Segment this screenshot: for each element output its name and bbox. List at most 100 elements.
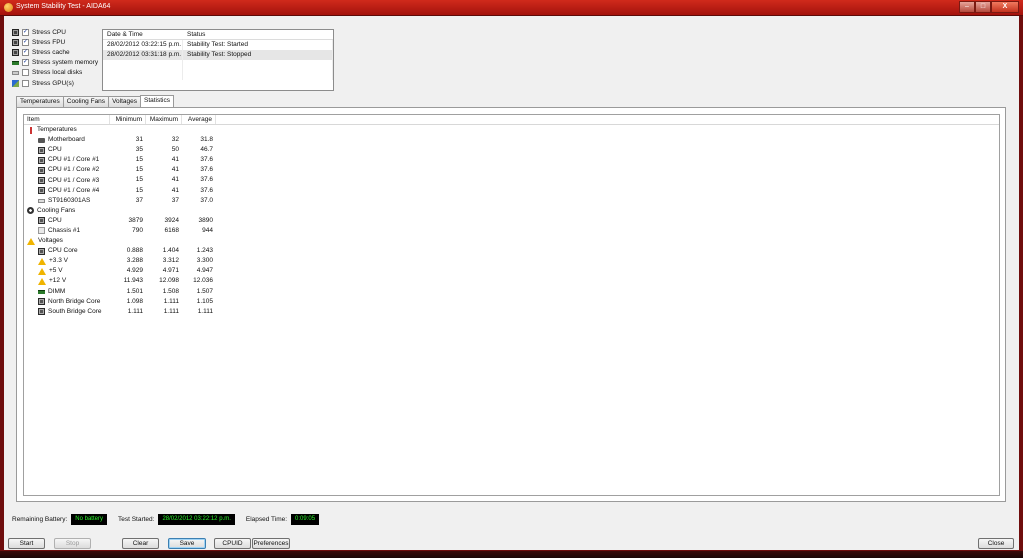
stress-cpu-checkbox[interactable]: ✓ <box>22 28 29 36</box>
statistics-rows: Temperatures Motherboard 31 32 31.8 CPU 35 50 46… <box>24 125 999 317</box>
minimize-button[interactable]: – <box>959 1 975 13</box>
statistics-table[interactable]: Item Minimum Maximum Average Temperature… <box>23 114 1000 496</box>
chip-icon <box>38 298 45 306</box>
row-maximum: 41 <box>171 186 179 194</box>
group-row[interactable]: Cooling Fans <box>24 206 999 216</box>
elapsed-time-label: Elapsed Time: <box>245 515 288 523</box>
tab-strip: Temperatures Cooling Fans Voltages Stati… <box>16 95 175 107</box>
disk-icon <box>38 198 45 203</box>
row-minimum: 3879 <box>128 216 143 224</box>
stress-fpu-option[interactable]: ✓ Stress FPU <box>12 37 107 47</box>
row-average: 46.7 <box>200 146 213 154</box>
table-row[interactable]: North Bridge Core 1.098 1.111 1.105 <box>24 297 999 307</box>
table-row[interactable]: CPU Core 0.888 1.404 1.243 <box>24 246 999 256</box>
elapsed-time-value: 0:09:05 <box>291 513 320 525</box>
table-row[interactable]: DIMM 1.501 1.508 1.507 <box>24 287 999 297</box>
stop-button[interactable]: Stop <box>54 538 91 549</box>
row-item: +5 V <box>24 266 110 276</box>
row-item: Motherboard <box>24 135 110 145</box>
row-item: Temperatures <box>24 125 110 135</box>
table-row[interactable]: Chassis #1 790 6168 944 <box>24 226 999 236</box>
clear-button[interactable]: Clear <box>122 538 159 549</box>
table-row[interactable]: +12 V 11.943 12.098 12.036 <box>24 276 999 286</box>
row-item: ST9160301AS <box>24 196 110 206</box>
gpu-icon <box>12 79 19 87</box>
group-row[interactable]: Voltages <box>24 236 999 246</box>
row-maximum: 37 <box>171 196 179 204</box>
statistics-header: Item Minimum Maximum Average <box>24 115 999 125</box>
maximize-button[interactable]: □ <box>975 1 991 13</box>
tab-temperatures[interactable]: Temperatures <box>16 96 64 107</box>
stress-disks-option[interactable]: Stress local disks <box>12 68 107 78</box>
event-log[interactable]: Date & Time Status 28/02/2012 03:22:15 p… <box>102 29 334 91</box>
table-row[interactable]: CPU #1 / Core #4 15 41 37.6 <box>24 186 999 196</box>
start-button[interactable]: Start <box>8 538 45 549</box>
header-average[interactable]: Average <box>182 115 216 124</box>
table-row[interactable]: +3.3 V 3.288 3.312 3.300 <box>24 256 999 266</box>
test-started-label: Test Started: <box>117 515 155 523</box>
table-row[interactable]: +5 V 4.929 4.971 4.947 <box>24 266 999 276</box>
stress-cache-option[interactable]: ✓ Stress cache <box>12 47 107 57</box>
row-minimum: 11.943 <box>123 277 143 285</box>
row-minimum: 3.288 <box>126 257 143 265</box>
log-status: Stability Test: Started <box>183 40 333 50</box>
chassis-icon <box>38 227 45 235</box>
tab-statistics[interactable]: Statistics <box>140 95 175 107</box>
row-item: Cooling Fans <box>24 206 110 216</box>
stress-gpu-checkbox[interactable] <box>22 79 29 87</box>
stress-cache-checkbox[interactable]: ✓ <box>22 48 29 56</box>
row-minimum: 15 <box>135 186 143 194</box>
log-row[interactable]: 28/02/2012 03:22:15 p.m. Stability Test:… <box>103 40 333 50</box>
save-button[interactable]: Save <box>168 538 206 549</box>
stress-memory-option[interactable]: ✓ Stress system memory <box>12 58 107 68</box>
tab-voltages[interactable]: Voltages <box>108 96 141 107</box>
cpuid-button[interactable]: CPUID <box>214 538 251 549</box>
stress-memory-checkbox[interactable]: ✓ <box>22 59 29 67</box>
row-average: 37.6 <box>200 166 213 174</box>
row-minimum: 0.888 <box>126 247 143 255</box>
row-minimum: 15 <box>135 156 143 164</box>
row-item: CPU #1 / Core #2 <box>24 165 110 175</box>
row-item: Voltages <box>24 236 110 246</box>
close-button[interactable]: Close <box>978 538 1014 549</box>
window-title: System Stability Test - AIDA64 <box>16 3 111 10</box>
row-label: South Bridge Core <box>48 307 102 315</box>
log-header-status[interactable]: Status <box>183 30 333 39</box>
row-minimum <box>110 125 146 135</box>
stress-cpu-option[interactable]: ✓ Stress CPU <box>12 27 107 37</box>
table-row[interactable]: Motherboard 31 32 31.8 <box>24 135 999 145</box>
warning-icon <box>38 267 46 275</box>
row-average: 1.507 <box>196 287 213 295</box>
row-maximum <box>146 236 182 246</box>
header-item[interactable]: Item <box>24 115 110 124</box>
row-item: CPU <box>24 216 110 226</box>
table-row[interactable]: CPU 35 50 46.7 <box>24 145 999 155</box>
table-row[interactable]: CPU #1 / Core #1 15 41 37.6 <box>24 155 999 165</box>
table-row[interactable]: ST9160301AS 37 37 37.0 <box>24 196 999 206</box>
table-row[interactable]: CPU #1 / Core #2 15 41 37.6 <box>24 165 999 175</box>
stress-cpu-label: Stress CPU <box>32 28 66 36</box>
table-row[interactable]: CPU #1 / Core #3 15 41 37.6 <box>24 175 999 185</box>
stress-fpu-checkbox[interactable]: ✓ <box>22 38 29 46</box>
row-maximum: 50 <box>171 146 179 154</box>
warning-icon <box>38 257 46 265</box>
stress-options: ✓ Stress CPU ✓ Stress FPU ✓ Stress cache… <box>12 27 107 88</box>
table-row[interactable]: CPU 3879 3924 3890 <box>24 216 999 226</box>
log-header-datetime[interactable]: Date & Time <box>103 30 183 39</box>
row-minimum: 1.111 <box>127 307 143 315</box>
header-maximum[interactable]: Maximum <box>146 115 182 124</box>
row-label: Temperatures <box>37 126 77 134</box>
preferences-button[interactable]: Preferences <box>252 538 290 549</box>
stress-disks-checkbox[interactable] <box>22 69 29 77</box>
row-maximum: 41 <box>171 156 179 164</box>
stress-gpu-option[interactable]: Stress GPU(s) <box>12 78 107 88</box>
log-row[interactable]: 28/02/2012 03:31:18 p.m. Stability Test:… <box>103 50 333 60</box>
table-row[interactable]: South Bridge Core 1.111 1.111 1.111 <box>24 307 999 317</box>
row-minimum: 15 <box>135 166 143 174</box>
group-row[interactable]: Temperatures <box>24 125 999 135</box>
row-label: Voltages <box>38 237 63 245</box>
tab-cooling-fans[interactable]: Cooling Fans <box>62 96 110 107</box>
window-close-button[interactable]: X <box>991 1 1019 13</box>
header-minimum[interactable]: Minimum <box>110 115 146 124</box>
row-average <box>182 125 216 135</box>
